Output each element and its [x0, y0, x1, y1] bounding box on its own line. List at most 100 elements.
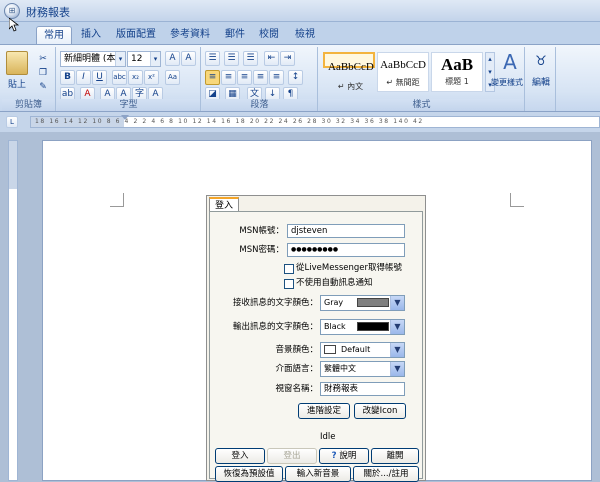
tab-page-layout[interactable]: 版面配置: [112, 26, 160, 44]
black-swatch: [357, 322, 389, 331]
underline-icon[interactable]: U: [92, 70, 107, 85]
decrease-indent-icon[interactable]: ⇤: [264, 51, 279, 66]
align-left-icon[interactable]: ≡: [205, 70, 220, 85]
strikethrough-icon[interactable]: abc: [112, 70, 127, 85]
office-button-icon[interactable]: ⊞: [4, 3, 20, 19]
editing-group: ♉ 編輯: [526, 47, 556, 111]
chevron-down-icon[interactable]: ▼: [390, 296, 404, 310]
tab-view[interactable]: 檢視: [290, 26, 320, 44]
paste-icon[interactable]: [6, 51, 28, 75]
increase-indent-icon[interactable]: ⇥: [280, 51, 295, 66]
font-name-combo[interactable]: 新細明體 (本文 ▾: [60, 51, 126, 67]
help-button[interactable]: ? 說明: [319, 448, 369, 464]
copy-icon[interactable]: ❐: [36, 65, 50, 79]
login-panel: MSN帳號： djsteven MSN密碼： ●●●●●●●●● 從LiveMe…: [209, 211, 423, 482]
binoculars-icon[interactable]: ♉: [530, 51, 552, 71]
superscript-icon[interactable]: x²: [144, 70, 159, 85]
tab-home[interactable]: 常用: [36, 26, 72, 44]
format-painter-icon[interactable]: ✎: [36, 79, 50, 93]
msn-settings-dialog: 登入 MSN帳號： djsteven MSN密碼： ●●●●●●●●● 從Liv…: [206, 195, 426, 482]
change-icon-button[interactable]: 改變Icon: [354, 403, 406, 419]
ui-language-select[interactable]: 繁體中文 ▼: [320, 361, 405, 377]
style-heading-1[interactable]: AaB 標題 1: [431, 52, 483, 92]
paragraph-group-label: 段落: [202, 99, 317, 111]
window-name-label: 視窗名稱：: [275, 384, 318, 394]
font-group: 新細明體 (本文 ▾ 12 ▾ A A B I U abc x₂ x² Aa ab …: [57, 47, 201, 111]
msn-account-input[interactable]: djsteven: [287, 224, 405, 238]
window-name-input[interactable]: 財務報表: [320, 382, 405, 396]
ribbon: 貼上 ✂ ❐ ✎ 剪貼簿 新細明體 (本文 ▾ 12 ▾ A A B I U abc…: [0, 44, 600, 112]
recv-color-select[interactable]: Gray ▼: [320, 295, 405, 311]
bold-icon[interactable]: B: [60, 70, 75, 85]
new-sound-button[interactable]: 輸入新音景: [285, 466, 351, 482]
italic-icon[interactable]: I: [76, 70, 91, 85]
mouse-cursor-icon: [9, 18, 19, 32]
line-spacing-icon[interactable]: ↕: [288, 70, 303, 85]
align-center-icon[interactable]: ≡: [221, 70, 236, 85]
msn-password-label: MSN密碼：: [239, 245, 284, 255]
style-sample: AaBbCcD: [328, 61, 374, 73]
styles-group-label: 樣式: [319, 99, 524, 111]
recv-color-label: 接收訊息的文字顏色：: [232, 298, 318, 308]
login-button[interactable]: 登入: [215, 448, 265, 464]
sound-color-value: Default: [341, 345, 371, 354]
clear-format-icon[interactable]: A: [181, 51, 196, 66]
window-title: 財務報表: [26, 6, 70, 19]
paste-button[interactable]: 貼上: [4, 77, 30, 93]
msn-account-label: MSN帳號：: [239, 226, 284, 236]
sound-color-label: 音景顏色：: [275, 345, 318, 355]
clipboard-group-label: 剪貼簿: [2, 99, 55, 111]
clipboard-group: 貼上 ✂ ❐ ✎ 剪貼簿: [2, 47, 56, 111]
styles-group: AaBbCcD ↵ 內文 AaBbCcD ↵ 無間距 AaB 標題 1 ▴ ▾ ▾ …: [319, 47, 525, 111]
chevron-down-icon[interactable]: ▼: [390, 362, 404, 376]
ui-language-label: 介面語言：: [275, 364, 318, 374]
style-name: ↵ 內文: [337, 82, 364, 91]
justify-icon[interactable]: ≡: [253, 70, 268, 85]
tab-review[interactable]: 校閱: [254, 26, 284, 44]
change-case-icon[interactable]: Aa: [165, 70, 180, 85]
style-normal[interactable]: AaBbCcD ↵ 內文: [323, 52, 375, 91]
vertical-ruler[interactable]: [8, 140, 18, 481]
change-styles-icon[interactable]: A: [497, 50, 523, 73]
indent-marker-icon[interactable]: [121, 115, 129, 120]
bullets-icon[interactable]: ☰: [205, 51, 220, 66]
editing-group-label: [526, 99, 555, 111]
horizontal-ruler[interactable]: 18 16 14 12 10 8 6 4 2 2 4 6 8 10 12 14 …: [30, 115, 600, 128]
help-icon: ?: [331, 451, 337, 461]
grow-font-icon[interactable]: A: [165, 51, 180, 66]
tab-login[interactable]: 登入: [209, 197, 239, 211]
font-size-value: 12: [131, 54, 143, 64]
numbering-icon[interactable]: ☰: [224, 51, 239, 66]
no-auto-notify-checkbox[interactable]: [284, 279, 294, 289]
ruler-numbers: 18 16 14 12 10 8 6 4 2 2 4 6 8 10 12 14 …: [35, 118, 424, 125]
get-account-checkbox[interactable]: [284, 264, 294, 274]
ruler-area: L 18 16 14 12 10 8 6 4 2 2 4 6 8 10 12 1…: [0, 112, 600, 132]
font-size-combo[interactable]: 12 ▾: [127, 51, 161, 67]
editing-button[interactable]: 編輯: [528, 75, 554, 91]
cut-icon[interactable]: ✂: [36, 51, 50, 65]
send-color-select[interactable]: Black ▼: [320, 319, 405, 335]
tab-selector-icon[interactable]: L: [6, 116, 18, 128]
distributed-icon[interactable]: ≡: [269, 70, 284, 85]
tab-mailings[interactable]: 郵件: [220, 26, 250, 44]
msn-password-input[interactable]: ●●●●●●●●●: [287, 243, 405, 257]
chevron-down-icon[interactable]: ▾: [115, 52, 125, 66]
align-right-icon[interactable]: ≡: [237, 70, 252, 85]
change-styles-button[interactable]: 變更樣式: [489, 75, 525, 91]
tab-references[interactable]: 參考資料: [166, 26, 214, 44]
exit-button[interactable]: 離開: [371, 448, 419, 464]
recv-color-value: Gray: [324, 298, 344, 307]
restore-defaults-button[interactable]: 恢復為預設值: [215, 466, 283, 482]
subscript-icon[interactable]: x₂: [128, 70, 143, 85]
chevron-down-icon[interactable]: ▼: [390, 343, 404, 357]
default-swatch: [324, 345, 336, 354]
chevron-down-icon[interactable]: ▼: [390, 320, 404, 334]
sound-color-select[interactable]: Default ▼: [320, 342, 405, 358]
about-button[interactable]: 關於.../註用: [353, 466, 419, 482]
advanced-settings-button[interactable]: 進階設定: [298, 403, 350, 419]
style-no-spacing[interactable]: AaBbCcD ↵ 無間距: [377, 52, 429, 92]
margin-corner: [510, 193, 524, 207]
tab-insert[interactable]: 插入: [76, 26, 106, 44]
chevron-down-icon[interactable]: ▾: [150, 52, 160, 66]
multilevel-list-icon[interactable]: ☰: [243, 51, 258, 66]
